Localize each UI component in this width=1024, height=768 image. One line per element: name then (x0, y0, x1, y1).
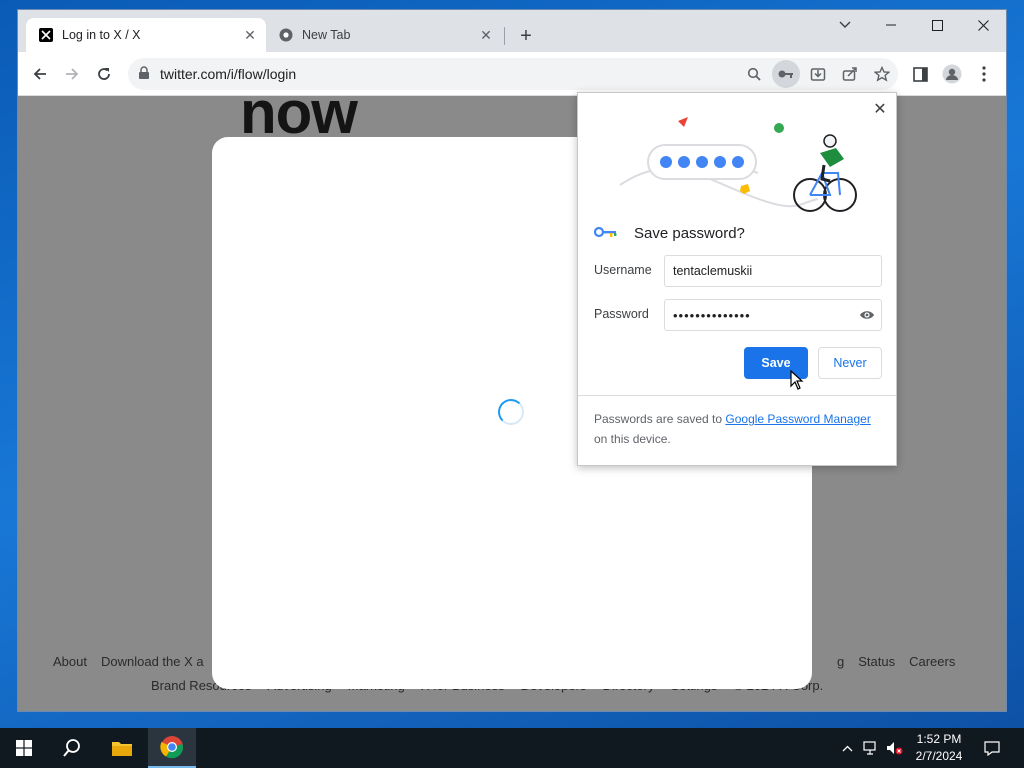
close-tab-icon[interactable]: ✕ (240, 25, 260, 45)
tab-strip: Log in to X / X ✕ New Tab ✕ + (18, 10, 1006, 52)
clock-date: 2/7/2024 (915, 749, 963, 763)
tab-title: Log in to X / X (62, 28, 141, 42)
footer-link-download[interactable]: Download the X a (101, 654, 204, 669)
tab-new-tab[interactable]: New Tab ✕ (266, 18, 502, 52)
share-icon[interactable] (836, 60, 864, 88)
clock-time: 1:52 PM (916, 732, 962, 746)
lock-icon[interactable] (138, 66, 150, 85)
password-value: •••••••••••••• (673, 307, 751, 323)
file-explorer-icon[interactable] (98, 728, 146, 768)
footer-links-row1: About Download the X a g Status Careers (53, 654, 955, 669)
footer-link-about[interactable]: About (53, 654, 87, 669)
footer-link-careers[interactable]: Careers (909, 654, 955, 669)
eye-icon[interactable] (859, 307, 875, 326)
address-bar[interactable]: twitter.com/i/flow/login (128, 58, 898, 90)
system-clock[interactable]: 1:52 PM 2/7/2024 (908, 731, 970, 765)
back-icon[interactable] (26, 60, 54, 88)
tab-separator (504, 27, 505, 45)
google-password-manager-link[interactable]: Google Password Manager (725, 412, 870, 426)
search-icon[interactable] (48, 728, 96, 768)
chrome-icon (278, 27, 294, 43)
tab-login[interactable]: Log in to X / X ✕ (26, 18, 266, 52)
password-field[interactable]: •••••••••••••• (664, 299, 882, 331)
new-tab-button[interactable]: + (514, 24, 538, 48)
tab-search-icon[interactable] (822, 10, 868, 40)
x-logo-icon (38, 27, 54, 43)
notification-icon[interactable] (978, 728, 1006, 768)
username-value: tentaclemuskii (673, 264, 753, 278)
zoom-search-icon[interactable] (740, 60, 768, 88)
footnote-prefix: Passwords are saved to (594, 412, 726, 426)
volume-muted-icon[interactable] (884, 728, 906, 768)
footer-link-status[interactable]: Status (858, 654, 895, 669)
forward-icon[interactable] (58, 60, 86, 88)
menu-kebab-icon[interactable] (970, 60, 998, 88)
browser-toolbar: twitter.com/i/flow/login (18, 52, 1006, 96)
dialog-title: Save password? (634, 225, 745, 242)
username-label: Username (594, 263, 652, 277)
save-password-dialog: ✕ Save password? Username tentaclemuskii… (577, 92, 897, 466)
profile-avatar-icon[interactable] (938, 60, 966, 88)
password-key-icon[interactable] (772, 60, 800, 88)
loading-spinner (498, 399, 524, 425)
side-panel-icon[interactable] (906, 60, 934, 88)
chrome-taskbar-icon[interactable] (148, 728, 196, 768)
taskbar: 1:52 PM 2/7/2024 (0, 728, 1024, 768)
close-window-button[interactable] (960, 10, 1006, 40)
footer-link-blog[interactable]: g (837, 654, 844, 669)
divider (578, 395, 896, 396)
dialog-heading: Save password? (593, 225, 745, 242)
install-app-icon[interactable] (804, 60, 832, 88)
key-icon (593, 225, 618, 242)
maximize-button[interactable] (914, 10, 960, 40)
minimize-button[interactable] (868, 10, 914, 40)
network-icon[interactable] (860, 728, 882, 768)
url-text: twitter.com/i/flow/login (160, 66, 297, 82)
bookmark-star-icon[interactable] (868, 60, 896, 88)
windows-start-icon[interactable] (0, 728, 48, 768)
close-icon[interactable]: ✕ (870, 99, 890, 119)
footnote-suffix: on this device. (594, 432, 671, 446)
password-label: Password (594, 307, 649, 321)
reload-icon[interactable] (90, 60, 118, 88)
mouse-cursor-icon (790, 369, 804, 395)
tab-title: New Tab (302, 28, 351, 42)
close-tab-icon[interactable]: ✕ (476, 25, 496, 45)
never-button[interactable]: Never (818, 347, 882, 379)
username-field[interactable]: tentaclemuskii (664, 255, 882, 287)
chevron-up-icon[interactable] (836, 728, 858, 768)
password-illustration (608, 103, 868, 218)
footnote: Passwords are saved to Google Password M… (594, 409, 884, 449)
